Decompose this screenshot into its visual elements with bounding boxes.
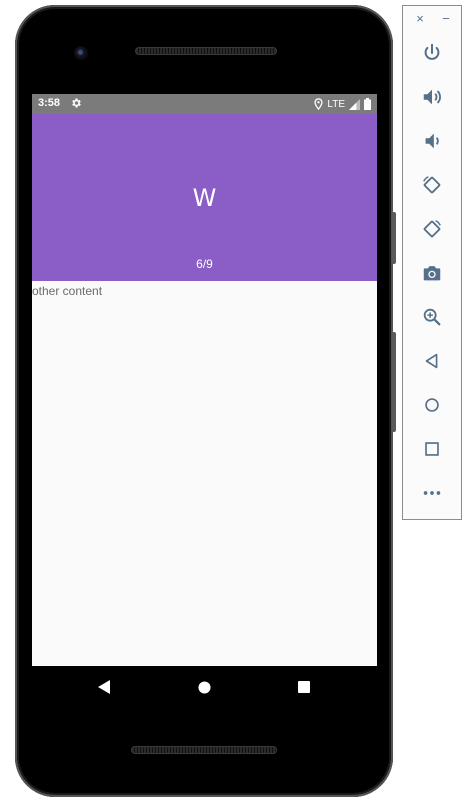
close-icon[interactable]: × [413, 12, 427, 26]
status-indicators: LTE [314, 96, 371, 112]
back-icon [425, 353, 438, 369]
back-icon [98, 680, 110, 694]
power-icon [424, 43, 440, 60]
nav-back-button[interactable] [94, 677, 114, 697]
other-content-text: other content [32, 284, 103, 298]
bottom-speaker [131, 746, 277, 754]
image-slider-banner[interactable]: W 6/9 [32, 114, 377, 281]
rotate-right-icon [423, 220, 441, 238]
camera-icon [423, 266, 441, 281]
power-side-button [392, 212, 396, 264]
status-time: 3:58 [38, 97, 61, 109]
volume-side-button [392, 332, 396, 432]
volume-up-button[interactable] [419, 84, 445, 110]
home-icon [197, 680, 211, 694]
volume-down-button[interactable] [419, 128, 445, 154]
overview-icon [425, 442, 439, 456]
gear-icon [72, 98, 81, 108]
navigation-bar [32, 666, 377, 708]
status-bar: 3:58 LTE [32, 94, 377, 114]
device-screen: 3:58 LTE W 6/9 other content [32, 94, 377, 666]
volume-down-icon [425, 133, 439, 149]
more-button[interactable] [419, 480, 445, 506]
minimize-icon[interactable]: − [439, 12, 453, 26]
home-icon [425, 398, 439, 412]
location-icon [314, 98, 323, 110]
home-button[interactable] [419, 392, 445, 418]
power-button[interactable] [419, 40, 445, 66]
rotate-left-button[interactable] [419, 172, 445, 198]
volume-up-icon [423, 89, 441, 105]
slide-title: W [192, 184, 217, 212]
more-icon [423, 491, 441, 495]
network-type: LTE [327, 98, 345, 110]
nav-recents-button[interactable] [294, 677, 314, 697]
slide-counter: 6/9 [196, 257, 213, 271]
rotate-left-icon [423, 176, 441, 194]
earpiece-speaker [135, 47, 277, 55]
recents-icon [298, 681, 310, 693]
zoom-button[interactable] [419, 304, 445, 330]
nav-home-button[interactable] [194, 677, 214, 697]
overview-button[interactable] [419, 436, 445, 462]
rotate-right-button[interactable] [419, 216, 445, 242]
signal-icon [349, 98, 360, 110]
emulator-toolbar: × − [402, 5, 462, 520]
back-button[interactable] [419, 348, 445, 374]
zoom-icon [423, 308, 441, 326]
front-camera [74, 46, 88, 60]
battery-icon [364, 98, 371, 110]
screenshot-button[interactable] [419, 260, 445, 286]
